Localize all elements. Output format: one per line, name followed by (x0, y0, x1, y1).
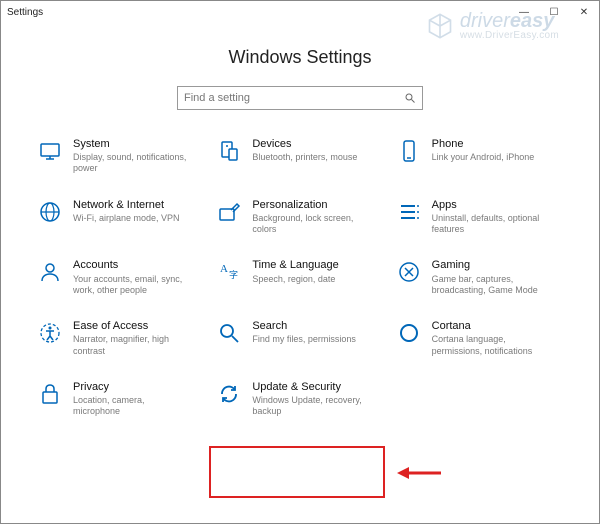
item-desc: Bluetooth, printers, mouse (252, 152, 357, 163)
close-button[interactable]: ✕ (569, 1, 599, 23)
devices-icon (216, 138, 242, 164)
search-input[interactable]: Find a setting (177, 86, 423, 110)
item-title: Ease of Access (73, 320, 193, 333)
item-privacy[interactable]: Privacy Location, camera, microphone (35, 379, 206, 420)
gaming-icon (396, 259, 422, 285)
settings-grid: System Display, sound, notifications, po… (1, 136, 599, 419)
search-wrap: Find a setting (1, 86, 599, 110)
item-desc: Narrator, magnifier, high contrast (73, 334, 193, 357)
item-desc: Game bar, captures, broadcasting, Game M… (432, 274, 552, 297)
window-title: Settings (7, 7, 43, 18)
item-title: Search (252, 320, 356, 333)
cortana-icon (396, 320, 422, 346)
item-phone[interactable]: Phone Link your Android, iPhone (394, 136, 565, 177)
item-title: Privacy (73, 381, 193, 394)
item-desc: Link your Android, iPhone (432, 152, 535, 163)
search-placeholder: Find a setting (184, 92, 250, 104)
accounts-icon (37, 259, 63, 285)
page-title: Windows Settings (1, 47, 599, 68)
item-desc: Your accounts, email, sync, work, other … (73, 274, 193, 297)
item-ease[interactable]: Ease of Access Narrator, magnifier, high… (35, 318, 206, 359)
item-title: Personalization (252, 199, 372, 212)
settings-window: Settings — ☐ ✕ drivereasy www.DriverEasy… (0, 0, 600, 524)
item-gaming[interactable]: Gaming Game bar, captures, broadcasting,… (394, 257, 565, 298)
time-language-icon: A字 (216, 259, 242, 285)
item-desc: Find my files, permissions (252, 334, 356, 345)
search-icon (404, 92, 416, 104)
item-desc: Windows Update, recovery, backup (252, 395, 372, 418)
item-title: Time & Language (252, 259, 338, 272)
item-title: Cortana (432, 320, 552, 333)
system-icon (37, 138, 63, 164)
item-desc: Uninstall, defaults, optional features (432, 213, 552, 236)
item-title: System (73, 138, 193, 151)
ease-of-access-icon (37, 320, 63, 346)
svg-text:A: A (220, 263, 228, 275)
highlight-arrow-icon (397, 463, 441, 483)
item-cortana[interactable]: Cortana Cortana language, permissions, n… (394, 318, 565, 359)
maximize-button[interactable]: ☐ (539, 1, 569, 23)
item-search-cat[interactable]: Search Find my files, permissions (214, 318, 385, 359)
apps-icon (396, 199, 422, 225)
titlebar: Settings — ☐ ✕ (1, 1, 599, 23)
item-accounts[interactable]: Accounts Your accounts, email, sync, wor… (35, 257, 206, 298)
minimize-button[interactable]: — (509, 1, 539, 23)
item-desc: Location, camera, microphone (73, 395, 193, 418)
item-update[interactable]: Update & Security Windows Update, recove… (214, 379, 385, 420)
item-title: Accounts (73, 259, 193, 272)
svg-text:字: 字 (229, 269, 238, 280)
update-security-icon (216, 381, 242, 407)
item-personalization[interactable]: Personalization Background, lock screen,… (214, 197, 385, 238)
item-title: Update & Security (252, 381, 372, 394)
window-controls: — ☐ ✕ (509, 1, 599, 23)
search-category-icon (216, 320, 242, 346)
item-time[interactable]: A字 Time & Language Speech, region, date (214, 257, 385, 298)
item-desc: Speech, region, date (252, 274, 338, 285)
item-title: Gaming (432, 259, 552, 272)
item-desc: Display, sound, notifications, power (73, 152, 193, 175)
item-network[interactable]: Network & Internet Wi-Fi, airplane mode,… (35, 197, 206, 238)
item-title: Apps (432, 199, 552, 212)
phone-icon (396, 138, 422, 164)
item-desc: Background, lock screen, colors (252, 213, 372, 236)
personalization-icon (216, 199, 242, 225)
privacy-icon (37, 381, 63, 407)
item-devices[interactable]: Devices Bluetooth, printers, mouse (214, 136, 385, 177)
item-title: Network & Internet (73, 199, 180, 212)
item-apps[interactable]: Apps Uninstall, defaults, optional featu… (394, 197, 565, 238)
highlight-box (209, 446, 385, 498)
item-desc: Cortana language, permissions, notificat… (432, 334, 552, 357)
item-title: Devices (252, 138, 357, 151)
watermark-url: www.DriverEasy.com (460, 31, 559, 41)
item-title: Phone (432, 138, 535, 151)
network-icon (37, 199, 63, 225)
item-system[interactable]: System Display, sound, notifications, po… (35, 136, 206, 177)
item-desc: Wi-Fi, airplane mode, VPN (73, 213, 180, 224)
